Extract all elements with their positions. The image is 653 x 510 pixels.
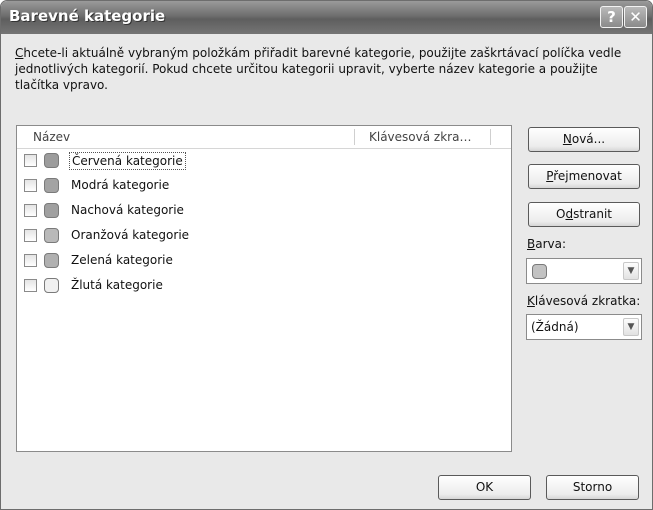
category-color-swatch xyxy=(44,203,59,218)
column-divider[interactable] xyxy=(490,129,491,145)
list-header: Název Klávesová zkra… xyxy=(17,126,511,149)
new-category-button[interactable]: Nová... xyxy=(528,127,640,152)
ok-button[interactable]: OK xyxy=(438,475,531,500)
dialog-title: Barevné kategorie xyxy=(9,7,166,25)
color-dropdown[interactable]: ▼ xyxy=(526,258,642,284)
category-checkbox[interactable] xyxy=(24,279,37,292)
category-row[interactable]: Žlutá kategorie xyxy=(22,276,502,298)
category-checkbox[interactable] xyxy=(24,204,37,217)
help-button[interactable]: ? xyxy=(600,6,623,28)
column-divider[interactable] xyxy=(354,129,355,145)
category-label[interactable]: Zelená kategorie xyxy=(69,252,175,268)
category-label[interactable]: Červená kategorie xyxy=(69,152,186,170)
chevron-down-icon[interactable]: ▼ xyxy=(623,318,639,336)
shortcut-value: (Žádná) xyxy=(531,320,579,334)
category-color-swatch xyxy=(44,178,59,193)
selected-color-swatch xyxy=(532,264,547,279)
categories-list[interactable]: Název Klávesová zkra… Červená kategorie … xyxy=(16,125,512,452)
category-label[interactable]: Nachová kategorie xyxy=(69,202,186,218)
column-header-name[interactable]: Název xyxy=(33,130,70,144)
delete-category-button[interactable]: Odstranit xyxy=(528,202,640,227)
category-row[interactable]: Červená kategorie xyxy=(22,151,502,173)
category-row[interactable]: Oranžová kategorie xyxy=(22,226,502,248)
category-checkbox[interactable] xyxy=(24,154,37,167)
category-row[interactable]: Nachová kategorie xyxy=(22,201,502,223)
color-label: Barva: xyxy=(527,237,567,251)
category-row[interactable]: Zelená kategorie xyxy=(22,251,502,273)
help-icon: ? xyxy=(607,8,616,26)
category-label[interactable]: Modrá kategorie xyxy=(69,177,171,193)
category-checkbox[interactable] xyxy=(24,229,37,242)
instructions-text: Chcete-li aktuálně vybraným položkám při… xyxy=(15,46,622,92)
category-color-swatch xyxy=(44,153,59,168)
category-color-swatch xyxy=(44,253,59,268)
close-button[interactable]: ✕ xyxy=(624,6,647,28)
shortcut-label: Klávesová zkratka: xyxy=(527,294,641,308)
title-bar[interactable]: Barevné kategorie ? ✕ xyxy=(1,1,652,34)
category-label[interactable]: Oranžová kategorie xyxy=(69,227,191,243)
cancel-button[interactable]: Storno xyxy=(546,475,639,500)
category-checkbox[interactable] xyxy=(24,179,37,192)
close-icon: ✕ xyxy=(629,8,642,26)
category-checkbox[interactable] xyxy=(24,254,37,267)
rename-category-button[interactable]: Přejmenovat xyxy=(528,164,640,189)
category-label[interactable]: Žlutá kategorie xyxy=(69,277,165,293)
shortcut-dropdown[interactable]: (Žádná) ▼ xyxy=(526,314,642,340)
color-categories-dialog: Barevné kategorie ? ✕ Chcete-li aktuálně… xyxy=(0,0,653,510)
category-color-swatch xyxy=(44,278,59,293)
column-header-shortcut[interactable]: Klávesová zkra… xyxy=(369,130,471,144)
category-row[interactable]: Modrá kategorie xyxy=(22,176,502,198)
chevron-down-icon[interactable]: ▼ xyxy=(623,262,639,280)
category-color-swatch xyxy=(44,228,59,243)
